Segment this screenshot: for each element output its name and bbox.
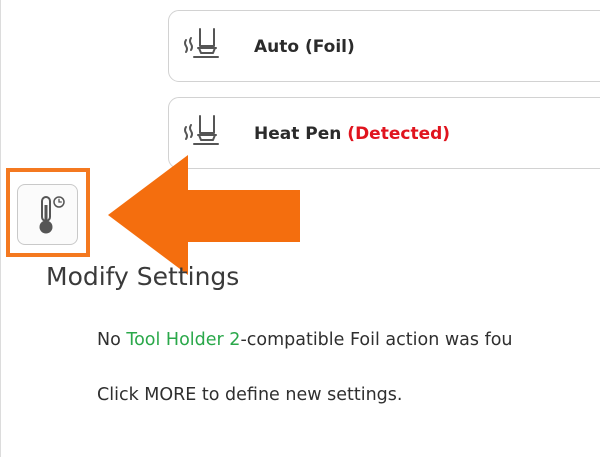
instruction-message: Click MORE to define new settings. <box>97 385 403 405</box>
temperature-settings-button[interactable] <box>17 184 78 245</box>
tool-label: Auto (Foil) <box>254 37 355 57</box>
tool-holder-name: Tool Holder 2 <box>126 330 241 350</box>
heat-pen-tool-icon <box>180 113 220 153</box>
section-title: Modify Settings <box>46 262 240 291</box>
no-action-message: No Tool Holder 2-compatible Foil action … <box>97 330 513 350</box>
tool-option-auto-foil[interactable]: Auto (Foil) <box>168 10 600 82</box>
arrow-left-icon <box>108 155 300 275</box>
detected-status: (Detected) <box>347 124 451 144</box>
heat-pen-tool-icon <box>180 26 220 66</box>
tool-name: Heat Pen <box>254 124 342 144</box>
thermometer-clock-icon <box>39 196 65 234</box>
message-prefix: No <box>97 330 127 350</box>
tool-name: Auto (Foil) <box>254 37 355 57</box>
tool-label: Heat Pen (Detected) <box>254 124 450 144</box>
panel-edge <box>0 0 1 457</box>
message-suffix: -compatible Foil action was fou <box>240 330 513 350</box>
